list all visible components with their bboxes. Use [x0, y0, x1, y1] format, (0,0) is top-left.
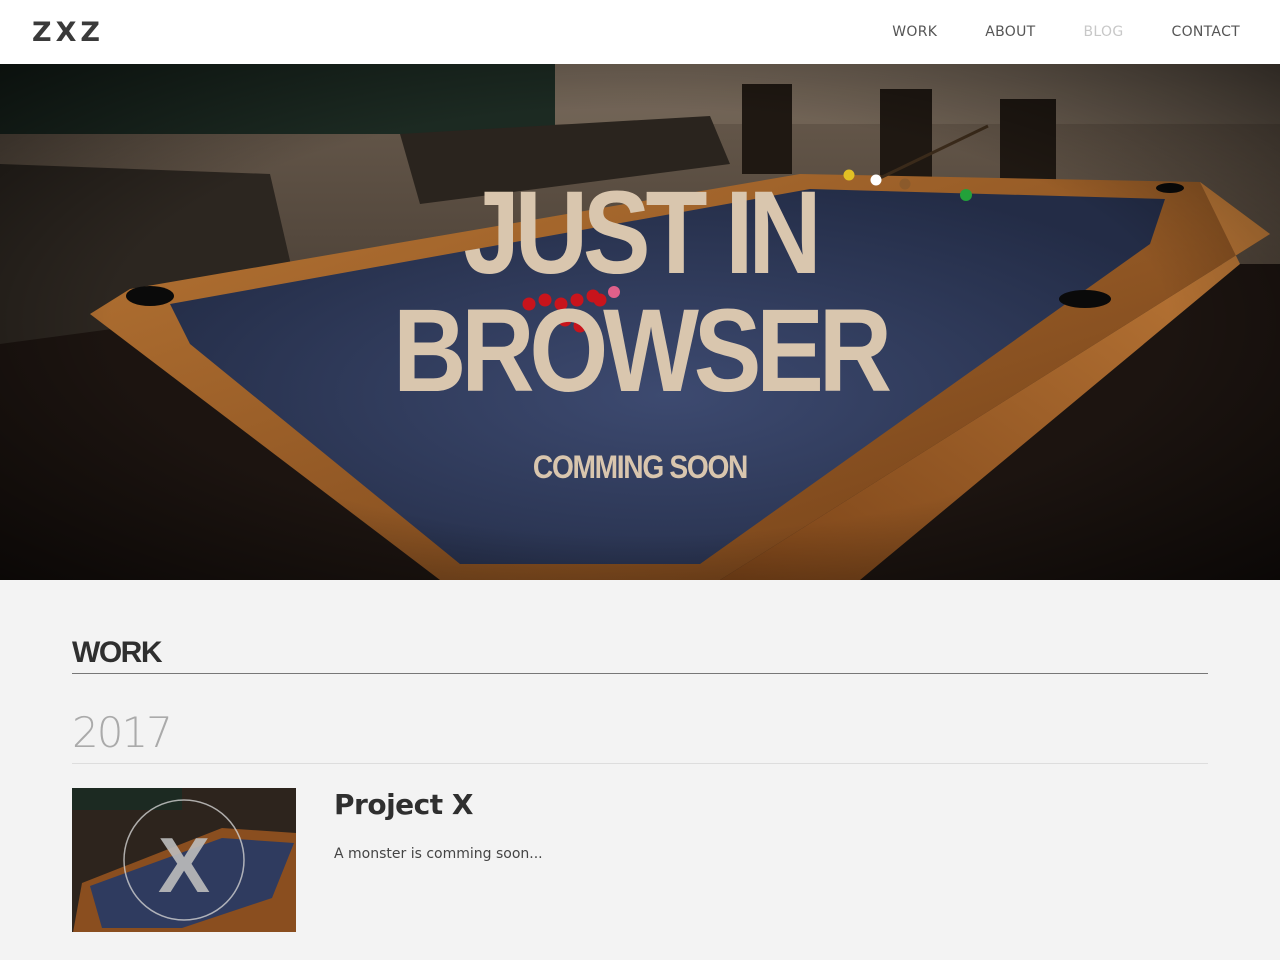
nav-work-link[interactable]: WORK	[892, 24, 937, 40]
hero-banner: JUST IN BROWSER COMMING SOON	[0, 64, 1280, 580]
project-description: A monster is comming soon...	[334, 846, 543, 862]
nav-about-link[interactable]: ABOUT	[985, 24, 1035, 40]
hero-title-line-1: JUST IN	[463, 167, 822, 299]
nav-contact-link[interactable]: CONTACT	[1172, 24, 1241, 40]
main-nav: WORK ABOUT BLOG CONTACT	[892, 24, 1240, 40]
hero-subtitle: COMMING SOON	[532, 449, 748, 485]
section-divider	[72, 673, 1208, 674]
thumbnail-letter: X	[158, 821, 210, 909]
site-header: ZXZ WORK ABOUT BLOG CONTACT	[0, 0, 1280, 64]
hero-title-line-2: BROWSER	[393, 285, 892, 417]
project-title[interactable]: Project X	[334, 788, 473, 821]
year-divider	[72, 763, 1208, 764]
year-heading: 2017	[72, 708, 173, 757]
site-logo[interactable]: ZXZ	[32, 17, 104, 48]
project-thumbnail[interactable]: X	[72, 788, 296, 932]
project-x-thumbnail-image: X	[72, 788, 296, 932]
work-section-title: WORK	[72, 636, 162, 669]
nav-blog-link[interactable]: BLOG	[1084, 24, 1124, 40]
